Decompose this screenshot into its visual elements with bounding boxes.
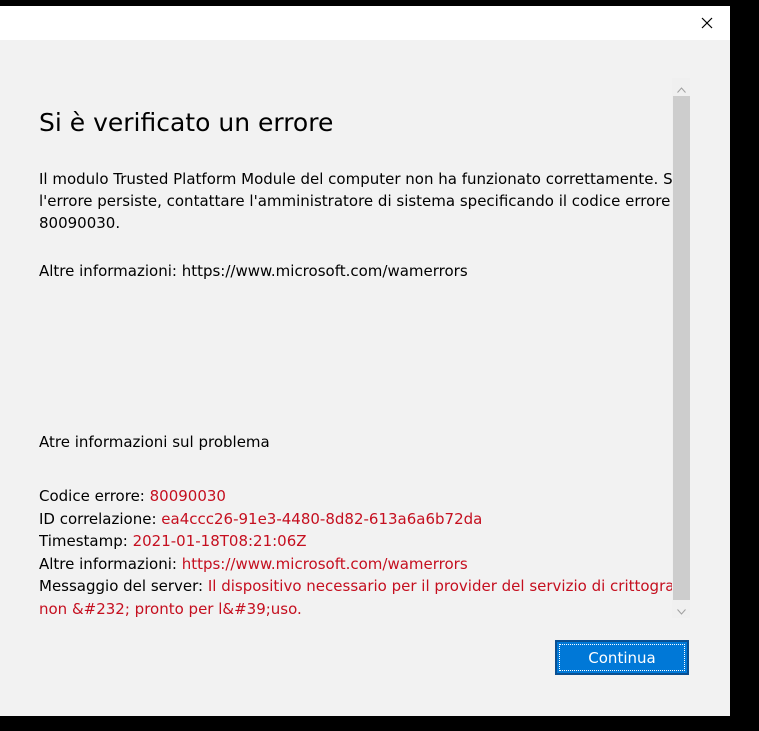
error-code-label: Codice errore:: [39, 487, 150, 505]
more-info-link[interactable]: https://www.microsoft.com/wamerrors: [182, 555, 468, 573]
chevron-up-icon: [676, 78, 686, 97]
details-list: Codice errore: 80090030 ID correlazione:…: [39, 485, 673, 620]
more-info-label: Altre informazioni:: [39, 554, 182, 573]
more-info-text: Altre informazioni: https://www.microsof…: [39, 262, 468, 280]
error-message: Il modulo Trusted Platform Module del co…: [39, 170, 673, 232]
error-code-row: Codice errore: 80090030: [39, 485, 673, 508]
title-bar: [0, 6, 730, 40]
error-dialog: Si è verificato un errore Il modulo Trus…: [0, 6, 730, 716]
server-message-label: Messaggio del server:: [39, 577, 208, 595]
content-area: Si è verificato un errore Il modulo Trus…: [39, 40, 673, 620]
vertical-scrollbar[interactable]: [672, 78, 690, 618]
timestamp-value: 2021-01-18T08:21:06Z: [132, 532, 307, 550]
timestamp-label: Timestamp:: [39, 532, 133, 550]
scroll-thumb[interactable]: [673, 96, 690, 600]
chevron-down-icon: [676, 600, 686, 619]
error-title: Si è verificato un errore: [39, 108, 334, 137]
continue-button[interactable]: Continua: [555, 640, 689, 675]
scroll-down-button[interactable]: [672, 600, 690, 618]
correlation-id-label: ID correlazione:: [39, 509, 162, 528]
details-section-title: Atre informazioni sul problema: [39, 433, 270, 451]
timestamp-row: Timestamp: 2021-01-18T08:21:06Z: [39, 530, 673, 553]
more-info-row: Altre informazioni: https://www.microsof…: [39, 553, 673, 576]
close-icon: [701, 14, 713, 33]
server-message-row: Messaggio del server: Il dispositivo nec…: [39, 575, 673, 620]
scroll-up-button[interactable]: [672, 78, 690, 96]
correlation-id-row: ID correlazione: ea4ccc26-91e3-4480-8d82…: [39, 508, 673, 531]
correlation-id-value: ea4ccc26-91e3-4480-8d82-613a6a6b72da: [161, 509, 483, 528]
close-button[interactable]: [684, 6, 730, 40]
error-code-value: 80090030: [149, 487, 226, 505]
